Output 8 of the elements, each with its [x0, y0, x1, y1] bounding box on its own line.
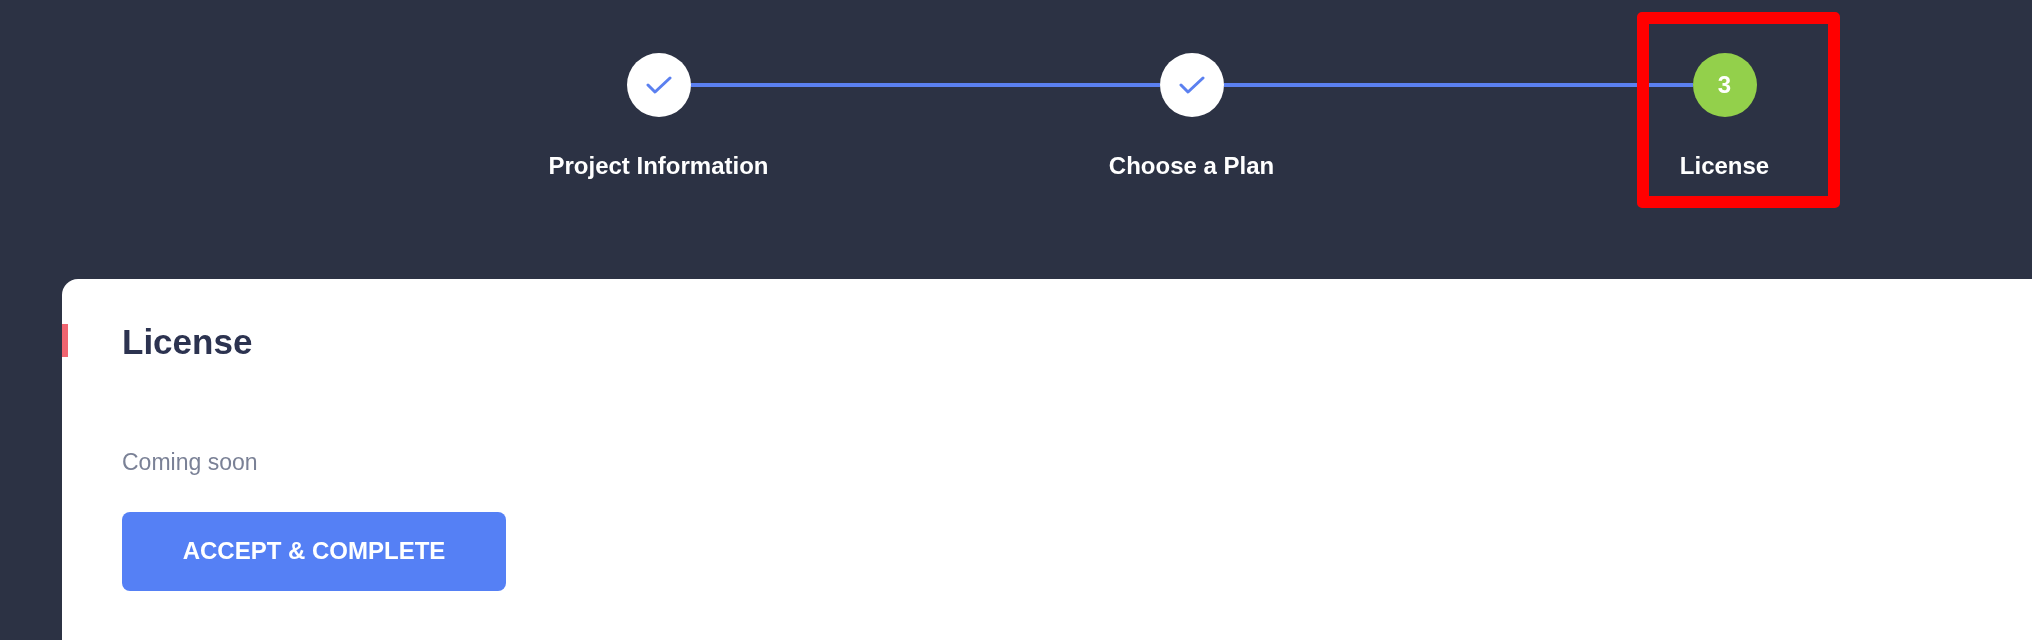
section-title: License: [122, 321, 254, 363]
accent-mark: [62, 324, 68, 357]
step-label: Project Information: [548, 151, 769, 181]
accept-button[interactable]: ACCEPT & COMPLETE: [122, 511, 506, 591]
step-number: 3: [1692, 53, 1757, 117]
step-label: Choose a Plan: [1108, 151, 1275, 181]
step-label: License: [1679, 151, 1770, 181]
status-text: Coming soon: [122, 448, 259, 477]
